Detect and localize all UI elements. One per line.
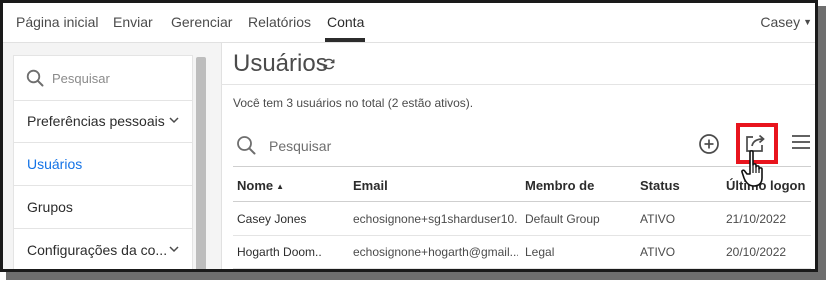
column-header-status[interactable]: Status — [640, 178, 680, 193]
sidebar: Pesquisar Preferências pessoais Usuários… — [3, 43, 222, 269]
sidebar-item-personal-preferences[interactable]: Preferências pessoais — [14, 100, 192, 143]
column-header-label: Nome — [237, 178, 274, 193]
user-menu[interactable]: Casey ▼ — [760, 14, 812, 30]
add-user-icon[interactable] — [698, 133, 720, 155]
page-title: Usuários — [233, 50, 328, 77]
sidebar-scrollbar[interactable] — [196, 57, 206, 269]
user-last-logon-cell: 21/10/2022 — [726, 212, 787, 226]
nav-item-account[interactable]: Conta — [327, 14, 364, 30]
table-search-input[interactable]: Pesquisar — [269, 138, 331, 154]
column-header-group[interactable]: Membro de — [525, 178, 594, 193]
nav-item-manage[interactable]: Gerenciar — [171, 14, 232, 30]
sidebar-item-label: Grupos — [27, 199, 73, 215]
user-name: Casey — [760, 14, 801, 30]
divider — [233, 235, 811, 236]
active-tab-indicator — [325, 38, 365, 42]
divider — [233, 201, 811, 202]
window-shadow — [818, 6, 826, 278]
chevron-down-icon — [169, 117, 179, 124]
column-header-email[interactable]: Email — [353, 178, 388, 193]
user-name-cell: Casey Jones — [237, 212, 307, 226]
sidebar-item-label: Usuários — [27, 156, 83, 172]
users-summary: Você tem 3 usuários no total (2 estão at… — [233, 96, 474, 110]
hand-pointer-icon — [741, 150, 763, 187]
sidebar-item-account-settings[interactable]: Configurações da co... — [14, 229, 192, 269]
divider — [221, 84, 815, 85]
user-last-logon-cell: 20/10/2022 — [726, 245, 787, 259]
nav-item-send[interactable]: Enviar — [113, 14, 153, 30]
sidebar-item-label: Configurações da co... — [27, 242, 168, 258]
sidebar-search-placeholder: Pesquisar — [52, 71, 110, 86]
sidebar-item-users[interactable]: Usuários — [14, 143, 192, 186]
chevron-down-icon: ▼ — [803, 17, 812, 27]
sidebar-panel: Pesquisar Preferências pessoais Usuários… — [13, 55, 193, 269]
sidebar-item-label: Preferências pessoais — [27, 113, 165, 129]
user-status-cell: ATIVO — [640, 212, 676, 226]
nav-item-reports[interactable]: Relatórios — [248, 14, 311, 30]
menu-icon[interactable] — [791, 134, 811, 150]
top-navigation: Página inicial Enviar Gerenciar Relatóri… — [3, 3, 815, 43]
column-header-name[interactable]: Nome ▲ — [237, 178, 284, 193]
user-email-cell: echosignone+hogarth@gmail.... — [353, 245, 518, 259]
sidebar-search[interactable]: Pesquisar — [14, 56, 192, 101]
window-shadow — [6, 272, 826, 280]
sort-ascending-icon: ▲ — [276, 182, 285, 191]
search-icon — [26, 69, 44, 87]
chevron-down-icon — [169, 246, 179, 253]
user-email-cell: echosignone+sg1sharduser10... — [353, 212, 518, 226]
sidebar-item-groups[interactable]: Grupos — [14, 186, 192, 229]
user-status-cell: ATIVO — [640, 245, 676, 259]
user-group-cell: Default Group — [525, 212, 600, 226]
app-window: Página inicial Enviar Gerenciar Relatóri… — [0, 0, 818, 272]
refresh-icon[interactable] — [322, 57, 336, 71]
divider — [233, 166, 811, 167]
divider — [233, 268, 811, 269]
user-name-cell: Hogarth Doom.. — [237, 245, 322, 259]
nav-item-home[interactable]: Página inicial — [16, 14, 99, 30]
search-icon[interactable] — [236, 135, 256, 155]
user-group-cell: Legal — [525, 245, 555, 259]
